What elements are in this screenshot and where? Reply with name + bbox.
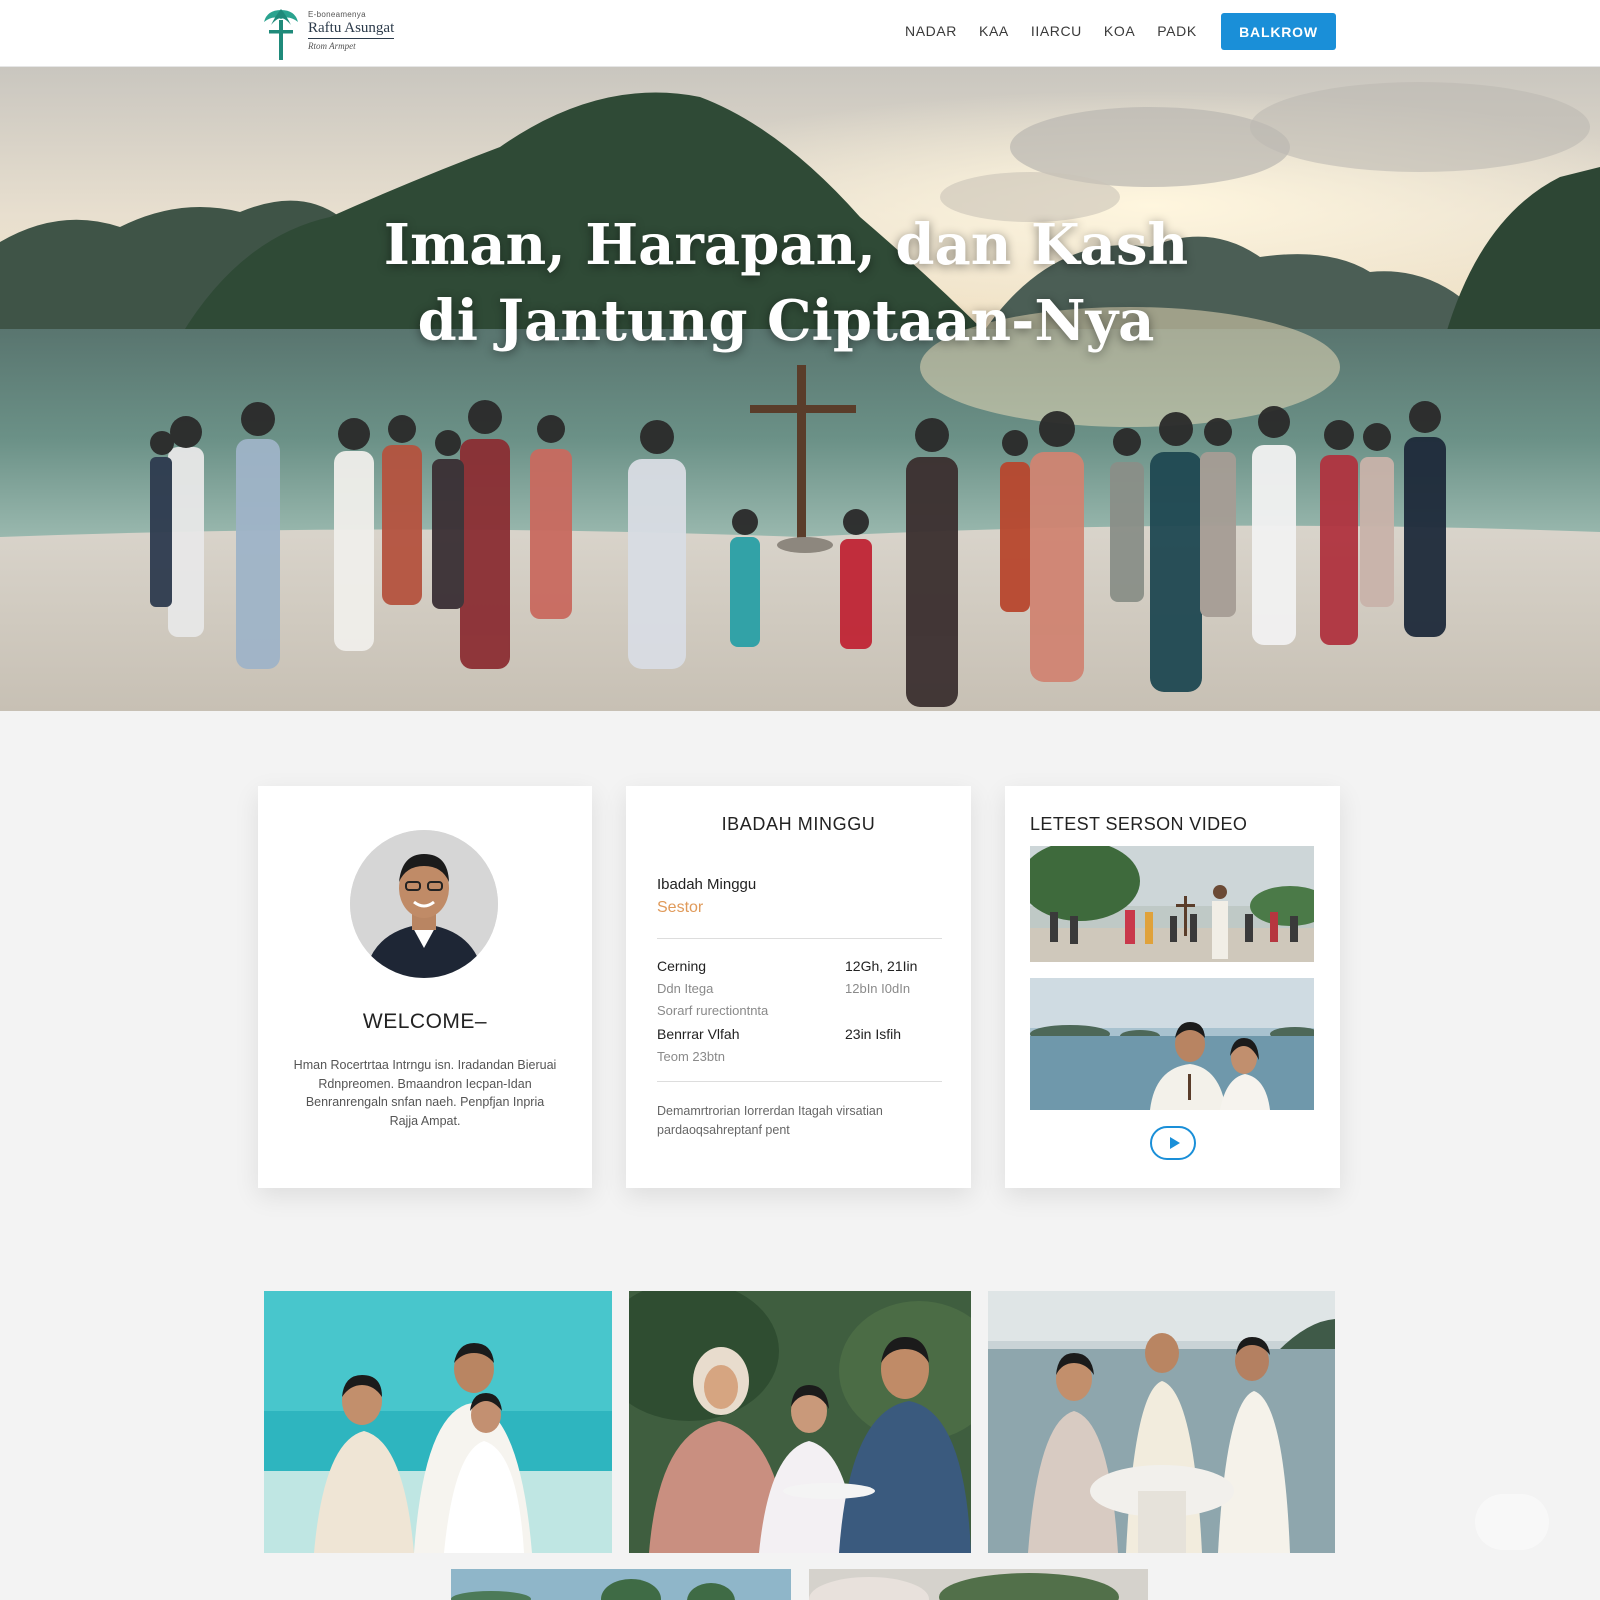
schedule-row: Teom 23btn xyxy=(657,1049,927,1067)
pastor-avatar xyxy=(350,830,498,978)
gallery-image xyxy=(264,1291,612,1553)
hero-title-line-2: di Jantung Ciptaan-Nya xyxy=(417,288,1155,354)
service-schedule-card: IBADAH MINGGU Ibadah Minggu Sestor Cerni… xyxy=(626,786,971,1188)
site-header: E-boneamenya Raftu Asungat Rtom Armpet N… xyxy=(0,0,1600,67)
schedule-label: Sorarf rurectiontnta xyxy=(657,1003,769,1018)
gallery-image xyxy=(988,1291,1335,1553)
nav-item-1[interactable]: NADAR xyxy=(905,23,957,39)
schedule-label: Teom 23btn xyxy=(657,1049,725,1064)
service-subtitle: Ibadah Minggu xyxy=(657,876,757,893)
gallery-image xyxy=(629,1291,971,1553)
gallery-photo[interactable] xyxy=(629,1291,971,1553)
video-thumbnail[interactable] xyxy=(1030,846,1314,962)
divider xyxy=(657,1081,942,1082)
nav-item-2[interactable]: KAA xyxy=(979,23,1009,39)
welcome-text: Hman Rocertrtaa Intrngu isn. Iradandan B… xyxy=(293,1058,557,1128)
logo-subtitle: Rtom Armpet xyxy=(308,41,356,51)
schedule-row: Sorarf rurectiontnta xyxy=(657,1003,927,1021)
logo-kicker: E-boneamenya xyxy=(308,10,366,19)
video-thumbnail-image xyxy=(1030,846,1314,962)
gallery-photo[interactable] xyxy=(264,1291,612,1553)
welcome-heading: WELCOME– xyxy=(362,1010,488,1033)
video-thumbnail-image xyxy=(1030,978,1314,1110)
site-logo[interactable]: E-boneamenya Raftu Asungat Rtom Armpet xyxy=(263,6,413,62)
hero-image xyxy=(0,67,1600,711)
nav-item-5[interactable]: PADK xyxy=(1157,23,1197,39)
logo-title: Raftu Asungat xyxy=(308,20,395,39)
gallery-photo[interactable] xyxy=(451,1569,791,1600)
video-thumbnail[interactable] xyxy=(1030,978,1314,1110)
schedule-time: 12Gh, 21Iin xyxy=(845,958,918,974)
schedule-row: Benrrar Vlfah 23in Isfih xyxy=(657,1026,927,1044)
pastor-portrait xyxy=(350,830,498,978)
schedule-row: Ddn Itega 12bIn I0dIn xyxy=(657,981,927,999)
gallery-image xyxy=(451,1569,791,1600)
play-icon[interactable] xyxy=(1150,1126,1196,1160)
service-card-title: IBADAH MINGGU xyxy=(721,814,876,834)
schedule-time: 12bIn I0dIn xyxy=(845,981,911,996)
hero-title: Iman, Harapan, dan Kash di Jantung Cipta… xyxy=(0,207,1572,359)
service-subtitle-accent: Sestor xyxy=(657,899,704,916)
cta-button[interactable]: BALKROW xyxy=(1221,13,1336,50)
nav-item-3[interactable]: IIARCU xyxy=(1031,23,1082,39)
watermark-badge xyxy=(1475,1494,1549,1550)
schedule-time: 23in Isfih xyxy=(845,1026,902,1042)
divider xyxy=(657,938,942,939)
schedule-label: Ddn Itega xyxy=(657,981,714,996)
hero-title-line-1: Iman, Harapan, dan Kash xyxy=(383,212,1189,278)
nav-item-4[interactable]: KOA xyxy=(1104,23,1135,39)
gallery-image xyxy=(809,1569,1148,1600)
service-note: Demamrtrorian Iorrerdan Itagah virsatian… xyxy=(657,1104,883,1137)
hero-banner: Iman, Harapan, dan Kash di Jantung Cipta… xyxy=(0,67,1600,711)
gallery-photo[interactable] xyxy=(988,1291,1335,1553)
main-nav: NADAR KAA IIARCU KOA PADK xyxy=(905,23,1219,39)
schedule-label: Benrrar Vlfah xyxy=(657,1026,740,1042)
schedule-label: Cerning xyxy=(657,958,707,974)
schedule-row: Cerning 12Gh, 21Iin xyxy=(657,958,927,976)
sermon-video-card: LETEST SERSON VIDEO xyxy=(1005,786,1340,1188)
video-card-title: LETEST SERSON VIDEO xyxy=(1030,814,1248,834)
palm-cross-icon xyxy=(264,9,298,60)
gallery-photo[interactable] xyxy=(809,1569,1148,1600)
welcome-card: WELCOME– Hman Rocertrtaa Intrngu isn. Ir… xyxy=(258,786,592,1188)
